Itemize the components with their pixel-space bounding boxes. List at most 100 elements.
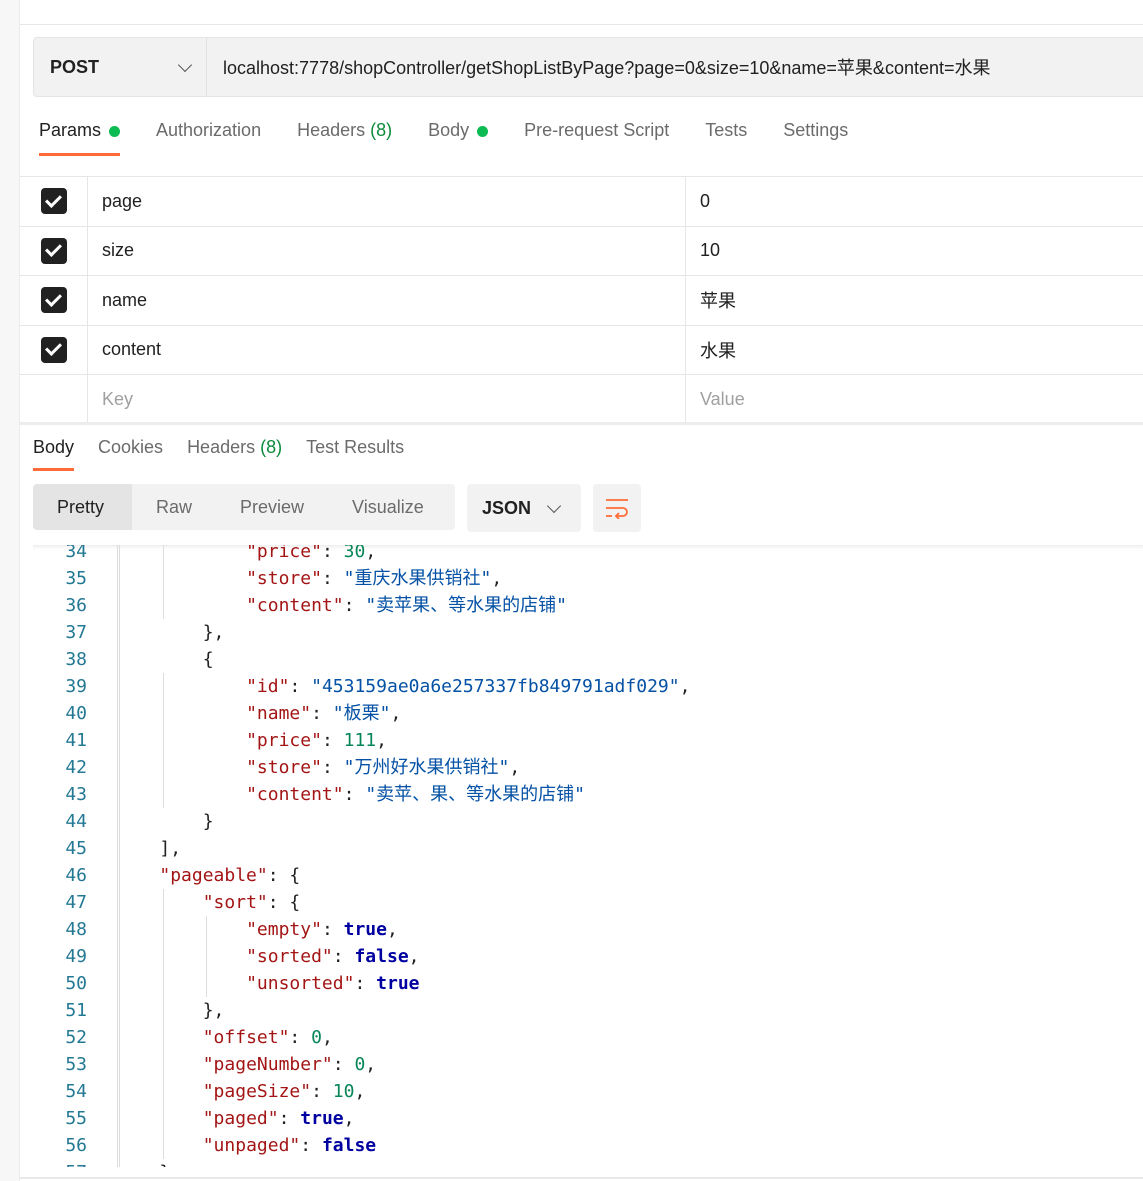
json-punctuation: : bbox=[300, 1135, 322, 1156]
param-checkbox-cell bbox=[20, 375, 88, 424]
tab-pre-request-script[interactable]: Pre-request Script bbox=[524, 120, 669, 156]
json-punctuation: : { bbox=[267, 892, 301, 913]
tab-headers[interactable]: Headers (8) bbox=[297, 120, 392, 156]
code-line: 37}, bbox=[33, 619, 1143, 646]
code-line: 41 "price": 111, bbox=[33, 727, 1143, 754]
param-key[interactable]: content bbox=[88, 325, 686, 374]
format-label: JSON bbox=[482, 497, 532, 518]
json-string: "卖苹果、等水果的店铺" bbox=[365, 595, 567, 616]
divider bbox=[20, 24, 1143, 25]
line-number: 49 bbox=[65, 946, 87, 967]
line-number: 38 bbox=[65, 649, 87, 670]
json-punctuation: , bbox=[343, 1108, 355, 1129]
indent-guide bbox=[206, 916, 208, 997]
checkbox-checked-icon[interactable] bbox=[40, 336, 67, 363]
param-value-placeholder[interactable]: Value bbox=[686, 375, 1143, 424]
json-number: 10 bbox=[332, 1081, 355, 1102]
json-boolean: true bbox=[376, 973, 420, 994]
param-value[interactable]: 苹果 bbox=[686, 276, 1143, 325]
tab-label: Body bbox=[33, 437, 75, 457]
checkbox-checked-icon[interactable] bbox=[40, 188, 67, 215]
json-key: "pageable" bbox=[159, 865, 268, 886]
json-key: "content" bbox=[246, 784, 344, 805]
line-number: 47 bbox=[65, 892, 87, 913]
json-punctuation: : bbox=[321, 568, 344, 589]
code-text: { bbox=[203, 646, 214, 673]
pane-divider[interactable] bbox=[20, 422, 1143, 425]
tab-body[interactable]: Body bbox=[428, 120, 489, 156]
code-text: } bbox=[203, 808, 214, 835]
json-punctuation: : bbox=[278, 1108, 301, 1129]
indent-guide bbox=[119, 545, 121, 1167]
tab-test-results[interactable]: Test Results bbox=[306, 437, 404, 471]
json-key: "store" bbox=[246, 568, 322, 589]
line-number: 54 bbox=[65, 1081, 87, 1102]
param-key[interactable]: name bbox=[88, 276, 686, 325]
tab-tests[interactable]: Tests bbox=[705, 120, 747, 156]
code-line: 49 "sorted": false, bbox=[33, 943, 1143, 970]
params-table: page 0 size 10 name 苹果 content 水果 Key Value bbox=[20, 176, 1143, 425]
line-number: 34 bbox=[65, 545, 87, 562]
tab-count-badge: (8) bbox=[370, 120, 393, 140]
code-text: "content": "卖苹果、等水果的店铺" bbox=[246, 592, 567, 619]
code-text: "unsorted": true bbox=[246, 970, 419, 997]
json-punctuation: }, bbox=[202, 1000, 225, 1021]
line-number: 42 bbox=[65, 757, 87, 778]
code-text: "id": "453159ae0a6e257337fb849791adf029"… bbox=[246, 673, 690, 700]
tab-headers[interactable]: Headers (8) bbox=[187, 437, 282, 471]
param-key-placeholder[interactable]: Key bbox=[88, 375, 686, 424]
response-body-editor[interactable]: 34 "price": 30, 35 "store": "重庆水果供销社", 36 "co… bbox=[33, 545, 1143, 1167]
view-mode-pretty[interactable]: Pretty bbox=[33, 484, 132, 530]
tab-label: Params bbox=[39, 120, 102, 140]
tab-settings[interactable]: Settings bbox=[783, 120, 848, 156]
json-key: "paged" bbox=[202, 1108, 279, 1129]
format-select[interactable]: JSON bbox=[467, 484, 581, 532]
divider bbox=[20, 1177, 1143, 1179]
param-checkbox-cell bbox=[20, 325, 88, 374]
param-value[interactable]: 0 bbox=[686, 177, 1143, 226]
indent-guide bbox=[162, 673, 164, 808]
code-text: "store": "万州好水果供销社", bbox=[246, 754, 520, 781]
view-mode-raw[interactable]: Raw bbox=[132, 484, 216, 530]
param-checkbox-cell bbox=[20, 226, 88, 275]
param-value[interactable]: 水果 bbox=[686, 326, 1143, 375]
line-number: 45 bbox=[65, 838, 87, 859]
method-select[interactable]: POST bbox=[34, 38, 207, 96]
json-punctuation: : bbox=[332, 1054, 355, 1075]
checkbox-checked-icon[interactable] bbox=[40, 237, 67, 264]
json-key: "empty" bbox=[246, 919, 322, 940]
url-input[interactable]: localhost:7778/shopController/getShopLis… bbox=[207, 54, 991, 80]
tab-label: Settings bbox=[783, 120, 849, 140]
tab-label: Body bbox=[428, 120, 470, 140]
code-line: 42 "store": "万州好水果供销社", bbox=[33, 754, 1143, 781]
tab-params[interactable]: Params bbox=[39, 120, 121, 156]
param-key[interactable]: size bbox=[88, 226, 686, 275]
code-text: "empty": true, bbox=[246, 916, 398, 943]
method-label: POST bbox=[50, 56, 100, 77]
code-line: 47 "sort": { bbox=[33, 889, 1143, 916]
json-punctuation: }, bbox=[159, 1162, 181, 1167]
code-text: "unpaged": false bbox=[203, 1132, 376, 1159]
json-punctuation: }, bbox=[202, 622, 225, 643]
view-mode-preview[interactable]: Preview bbox=[216, 484, 328, 530]
json-punctuation: , bbox=[491, 568, 503, 589]
wrap-lines-icon bbox=[606, 499, 628, 519]
param-value[interactable]: 10 bbox=[686, 227, 1143, 276]
tab-authorization[interactable]: Authorization bbox=[156, 120, 261, 156]
json-key: "unsorted" bbox=[246, 973, 355, 994]
view-mode-visualize[interactable]: Visualize bbox=[328, 484, 448, 530]
code-text: "pageNumber": 0, bbox=[203, 1051, 376, 1078]
param-key[interactable]: page bbox=[88, 177, 686, 226]
line-number: 57 bbox=[33, 1159, 87, 1167]
code-text: "paged": true, bbox=[203, 1105, 355, 1132]
code-line: 44} bbox=[33, 808, 1143, 835]
tab-cookies[interactable]: Cookies bbox=[98, 437, 163, 471]
tab-body[interactable]: Body bbox=[33, 437, 75, 471]
indent-guide bbox=[162, 545, 164, 619]
line-number: 39 bbox=[65, 676, 87, 697]
tab-label: Headers bbox=[297, 120, 366, 140]
checkbox-checked-icon[interactable] bbox=[40, 287, 67, 314]
tab-label: Cookies bbox=[98, 437, 164, 457]
wrap-lines-button[interactable] bbox=[593, 484, 641, 532]
json-punctuation: : bbox=[289, 676, 312, 697]
